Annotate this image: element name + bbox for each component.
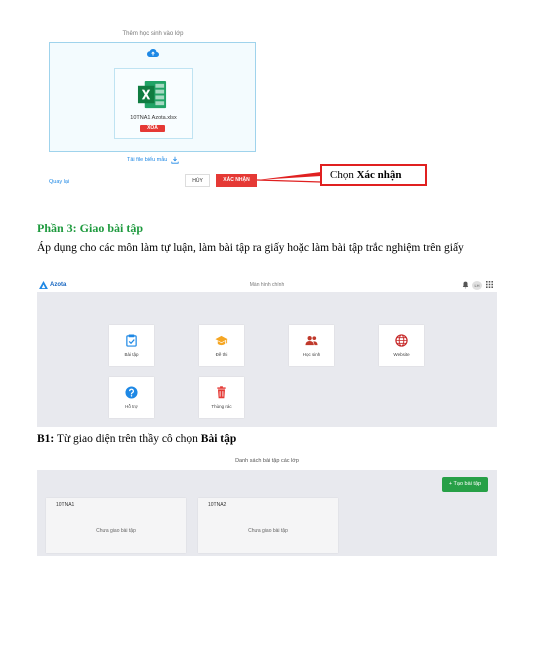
tile-label: Học sinh xyxy=(302,352,321,357)
section-heading: Phần 3: Giao bài tập xyxy=(37,221,144,235)
class-name: 10TNA2 xyxy=(208,502,227,508)
class-card[interactable]: 10TNA1 Chưa giao bài tập xyxy=(46,498,186,553)
callout-prefix: Chọn xyxy=(330,169,357,181)
class-status: Chưa giao bài tập xyxy=(248,528,288,534)
graduation-cap-icon xyxy=(215,335,228,346)
students-icon xyxy=(305,336,318,346)
help-icon xyxy=(125,386,138,399)
tile-label: Đề thi xyxy=(215,352,228,357)
tile-website[interactable]: Website xyxy=(379,325,424,366)
class-card[interactable]: 10TNA2 Chưa giao bài tập xyxy=(198,498,338,553)
assignments-title: Danh sách bài tập các lớp xyxy=(235,458,299,464)
section-description: Áp dụng cho các môn làm tự luận, làm bài… xyxy=(37,242,464,254)
bell-icon[interactable] xyxy=(462,281,469,289)
cloud-upload-icon xyxy=(147,48,159,58)
callout-bold: Xác nhận xyxy=(356,169,402,181)
tile-label: Thùng rác xyxy=(211,404,232,409)
class-name: 10TNA1 xyxy=(56,502,75,508)
delete-file-button[interactable]: XÓA xyxy=(140,125,165,132)
trash-icon xyxy=(217,386,226,399)
step-number: B1: xyxy=(37,433,55,445)
create-assignment-button[interactable]: + Tạo bài tập xyxy=(442,477,488,492)
tile-label: Bài tập xyxy=(124,352,139,357)
excel-file-icon xyxy=(137,80,167,109)
download-icon[interactable] xyxy=(171,156,179,164)
file-name: 10TNA1 Azota.xlsx xyxy=(130,115,177,121)
tile-trash[interactable]: Thùng rác xyxy=(199,377,244,418)
dialog-title: Thêm học sinh vào lớp xyxy=(122,31,184,37)
page-title: Màn hình chính xyxy=(249,282,285,288)
home-panel: Bài tập Đề thi Học sinh Website Hỗ trợ T… xyxy=(37,292,497,427)
tile-assignments[interactable]: Bài tập xyxy=(109,325,154,366)
assignment-icon xyxy=(126,334,137,347)
tile-support[interactable]: Hỗ trợ xyxy=(109,377,154,418)
avatar[interactable]: LH xyxy=(472,281,482,290)
class-status: Chưa giao bài tập xyxy=(96,528,136,534)
apps-grid-icon[interactable] xyxy=(486,281,493,288)
step-instruction: B1: Từ giao diện trên thầy cô chọn Bài t… xyxy=(37,433,236,445)
cancel-button[interactable]: HỦY xyxy=(185,174,210,187)
assignments-panel: 10TNA1 Chưa giao bài tập 10TNA2 Chưa gia… xyxy=(37,470,497,556)
tile-label: Hỗ trợ xyxy=(125,404,138,409)
globe-icon xyxy=(395,334,408,347)
confirm-button[interactable]: XÁC NHẬN xyxy=(216,174,257,187)
step-text: Từ giao diện trên thầy cô chọn xyxy=(54,433,201,445)
tile-students[interactable]: Học sinh xyxy=(289,325,334,366)
download-template-link[interactable]: Tải file biểu mẫu xyxy=(127,157,167,163)
tile-exams[interactable]: Đề thi xyxy=(199,325,244,366)
step-bold: Bài tập xyxy=(200,433,237,445)
callout-box: Chọn Xác nhận xyxy=(320,164,427,186)
back-link[interactable]: Quay lại xyxy=(49,179,69,185)
tile-label: Website xyxy=(393,352,410,357)
